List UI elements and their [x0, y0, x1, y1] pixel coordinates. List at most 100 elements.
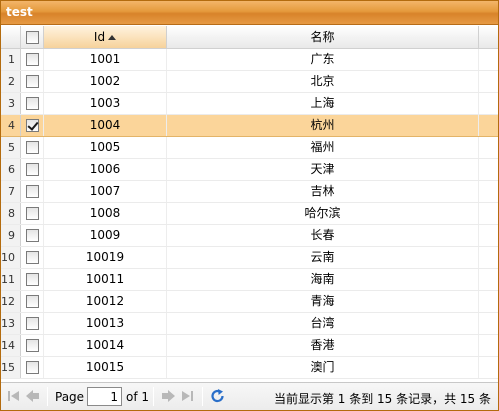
first-page-icon[interactable]: [6, 389, 22, 403]
row-checkbox[interactable]: [25, 141, 39, 154]
row-checkbox-cell[interactable]: [21, 137, 44, 158]
row-checkbox[interactable]: [25, 251, 39, 264]
name-cell: 青海: [167, 291, 479, 312]
row-checkbox-cell[interactable]: [21, 313, 44, 334]
row-checkbox[interactable]: [25, 295, 39, 308]
id-cell: 10019: [44, 247, 167, 268]
last-page-icon[interactable]: [179, 389, 195, 403]
name-cell: 香港: [167, 335, 479, 356]
table-row[interactable]: 2 1002 北京: [1, 71, 498, 93]
table-row[interactable]: 8 1008 哈尔滨: [1, 203, 498, 225]
prev-page-icon[interactable]: [25, 389, 41, 403]
page-number-input[interactable]: [87, 387, 122, 406]
row-checkbox-cell[interactable]: [21, 49, 44, 70]
row-checkbox-cell[interactable]: [21, 335, 44, 356]
row-checkbox-cell[interactable]: [21, 203, 44, 224]
row-checkbox[interactable]: [25, 317, 39, 330]
table-row[interactable]: 11 10011 海南: [1, 269, 498, 291]
row-checkbox-cell[interactable]: [21, 225, 44, 246]
paging-toolbar: Page of 1 当前显示第 1 条到 15 条记录，共 15 条: [1, 382, 498, 410]
row-number: 2: [1, 71, 21, 92]
row-checkbox[interactable]: [25, 361, 39, 374]
id-cell: 10011: [44, 269, 167, 290]
row-number: 7: [1, 181, 21, 202]
row-checkbox-cell[interactable]: [21, 71, 44, 92]
name-cell: 长春: [167, 225, 479, 246]
table-row[interactable]: 3 1003 上海: [1, 93, 498, 115]
table-row[interactable]: 14 10014 香港: [1, 335, 498, 357]
name-cell: 台湾: [167, 313, 479, 334]
row-number: 12: [1, 291, 21, 312]
select-all-header[interactable]: [21, 26, 44, 48]
panel-title-bar: test: [1, 1, 498, 25]
id-cell: 10015: [44, 357, 167, 378]
table-row[interactable]: 15 10015 澳门: [1, 357, 498, 379]
id-cell: 1008: [44, 203, 167, 224]
table-row[interactable]: 10 10019 云南: [1, 247, 498, 269]
paging-info: 当前显示第 1 条到 15 条记录，共 15 条: [273, 392, 491, 406]
row-checkbox[interactable]: [25, 97, 39, 110]
row-checkbox-cell[interactable]: [21, 159, 44, 180]
id-cell: 1001: [44, 49, 167, 70]
row-checkbox-cell[interactable]: [21, 115, 44, 136]
toolbar-separator: [202, 387, 203, 406]
refresh-icon[interactable]: [210, 389, 226, 403]
row-number-header: [1, 26, 21, 48]
table-row[interactable]: 6 1006 天津: [1, 159, 498, 181]
id-cell: 10013: [44, 313, 167, 334]
name-cell: 上海: [167, 93, 479, 114]
row-number: 9: [1, 225, 21, 246]
row-checkbox-cell[interactable]: [21, 291, 44, 312]
row-number: 4: [1, 115, 21, 136]
row-checkbox[interactable]: [25, 185, 39, 198]
header-filler: [479, 26, 498, 48]
row-checkbox[interactable]: [25, 207, 39, 220]
sort-ascending-icon: [108, 35, 117, 40]
select-all-checkbox[interactable]: [25, 31, 39, 44]
name-cell: 北京: [167, 71, 479, 92]
row-checkbox[interactable]: [25, 119, 39, 132]
row-number: 5: [1, 137, 21, 158]
row-number: 3: [1, 93, 21, 114]
toolbar-separator: [47, 387, 48, 406]
table-row[interactable]: 13 10013 台湾: [1, 313, 498, 335]
name-cell: 吉林: [167, 181, 479, 202]
table-row[interactable]: 1 1001 广东: [1, 49, 498, 71]
table-row[interactable]: 9 1009 长春: [1, 225, 498, 247]
row-number: 14: [1, 335, 21, 356]
id-cell: 1005: [44, 137, 167, 158]
row-number: 8: [1, 203, 21, 224]
row-number: 13: [1, 313, 21, 334]
table-row[interactable]: 7 1007 吉林: [1, 181, 498, 203]
row-number: 1: [1, 49, 21, 70]
name-cell: 哈尔滨: [167, 203, 479, 224]
row-checkbox[interactable]: [25, 229, 39, 242]
id-cell: 10014: [44, 335, 167, 356]
table-row[interactable]: 4 1004 杭州: [1, 115, 498, 137]
name-cell: 澳门: [167, 357, 479, 378]
name-cell: 福州: [167, 137, 479, 158]
row-number: 11: [1, 269, 21, 290]
row-checkbox[interactable]: [25, 273, 39, 286]
row-checkbox-cell[interactable]: [21, 247, 44, 268]
grid-panel: test Id 名称 1 1001 广东 2 1002 北京 3 1003 上海 4 1004 杭州 5…: [0, 0, 499, 411]
row-number: 6: [1, 159, 21, 180]
id-column-header[interactable]: Id: [44, 26, 167, 48]
name-cell: 天津: [167, 159, 479, 180]
row-checkbox[interactable]: [25, 163, 39, 176]
next-page-icon[interactable]: [160, 389, 176, 403]
row-checkbox-cell[interactable]: [21, 357, 44, 378]
row-checkbox[interactable]: [25, 339, 39, 352]
name-cell: 广东: [167, 49, 479, 70]
row-checkbox-cell[interactable]: [21, 269, 44, 290]
row-checkbox[interactable]: [25, 75, 39, 88]
row-checkbox-cell[interactable]: [21, 93, 44, 114]
name-cell: 海南: [167, 269, 479, 290]
name-column-header[interactable]: 名称: [167, 26, 479, 48]
row-checkbox-cell[interactable]: [21, 181, 44, 202]
id-cell: 1002: [44, 71, 167, 92]
table-row[interactable]: 12 10012 青海: [1, 291, 498, 313]
row-checkbox[interactable]: [25, 53, 39, 66]
table-row[interactable]: 5 1005 福州: [1, 137, 498, 159]
id-cell: 1007: [44, 181, 167, 202]
